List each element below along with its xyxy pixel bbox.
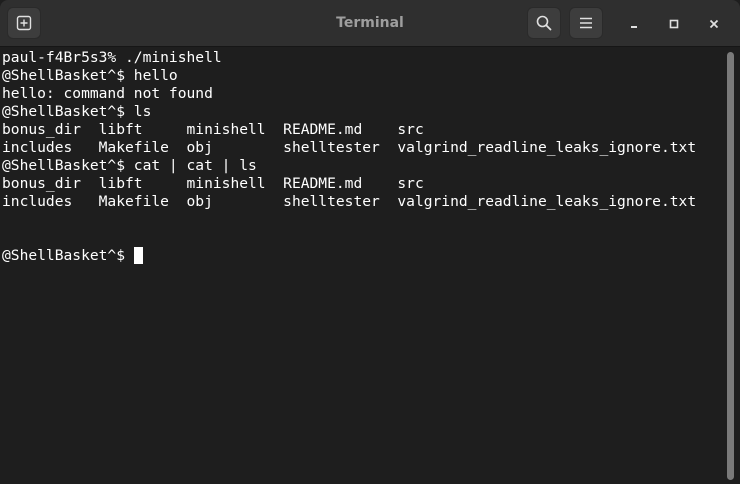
text-cursor bbox=[133, 247, 143, 264]
prompt-text: @ShellBasket^$ bbox=[2, 247, 134, 264]
terminal-line: bonus_dir libft minishell README.md src bbox=[2, 121, 424, 138]
terminal-line: paul-f4Br5s3% ./minishell bbox=[2, 49, 222, 66]
main-menu-button[interactable] bbox=[569, 7, 603, 39]
maximize-icon bbox=[668, 15, 680, 34]
prompt-line[interactable]: @ShellBasket^$ bbox=[2, 247, 722, 265]
new-tab-icon bbox=[16, 15, 32, 31]
terminal-line: @ShellBasket^$ cat | cat | ls bbox=[2, 157, 257, 174]
terminal-line: includes Makefile obj shelltester valgri… bbox=[2, 193, 697, 210]
close-button[interactable] bbox=[702, 12, 726, 36]
scrollbar[interactable] bbox=[722, 48, 740, 484]
terminal-window: Terminal paul-f4Br5s3% ./minishell @Shel… bbox=[0, 0, 740, 484]
header-bar: Terminal bbox=[0, 0, 740, 47]
search-button[interactable] bbox=[527, 7, 561, 39]
close-icon bbox=[708, 15, 720, 34]
new-tab-button[interactable] bbox=[7, 7, 41, 39]
minimize-icon bbox=[628, 15, 640, 34]
terminal-line: hello: command not found bbox=[2, 85, 213, 102]
terminal-line: includes Makefile obj shelltester valgri… bbox=[2, 139, 697, 156]
maximize-button[interactable] bbox=[662, 12, 686, 36]
terminal-line: @ShellBasket^$ hello bbox=[2, 67, 178, 84]
terminal-line: @ShellBasket^$ ls bbox=[2, 103, 152, 120]
hamburger-menu-icon bbox=[578, 15, 594, 31]
window-title: Terminal bbox=[336, 15, 404, 31]
terminal-output[interactable]: paul-f4Br5s3% ./minishell @ShellBasket^$… bbox=[0, 48, 722, 484]
minimize-button[interactable] bbox=[622, 12, 646, 36]
terminal-line: bonus_dir libft minishell README.md src bbox=[2, 175, 424, 192]
search-icon bbox=[536, 15, 552, 31]
scrollbar-thumb[interactable] bbox=[727, 52, 734, 480]
